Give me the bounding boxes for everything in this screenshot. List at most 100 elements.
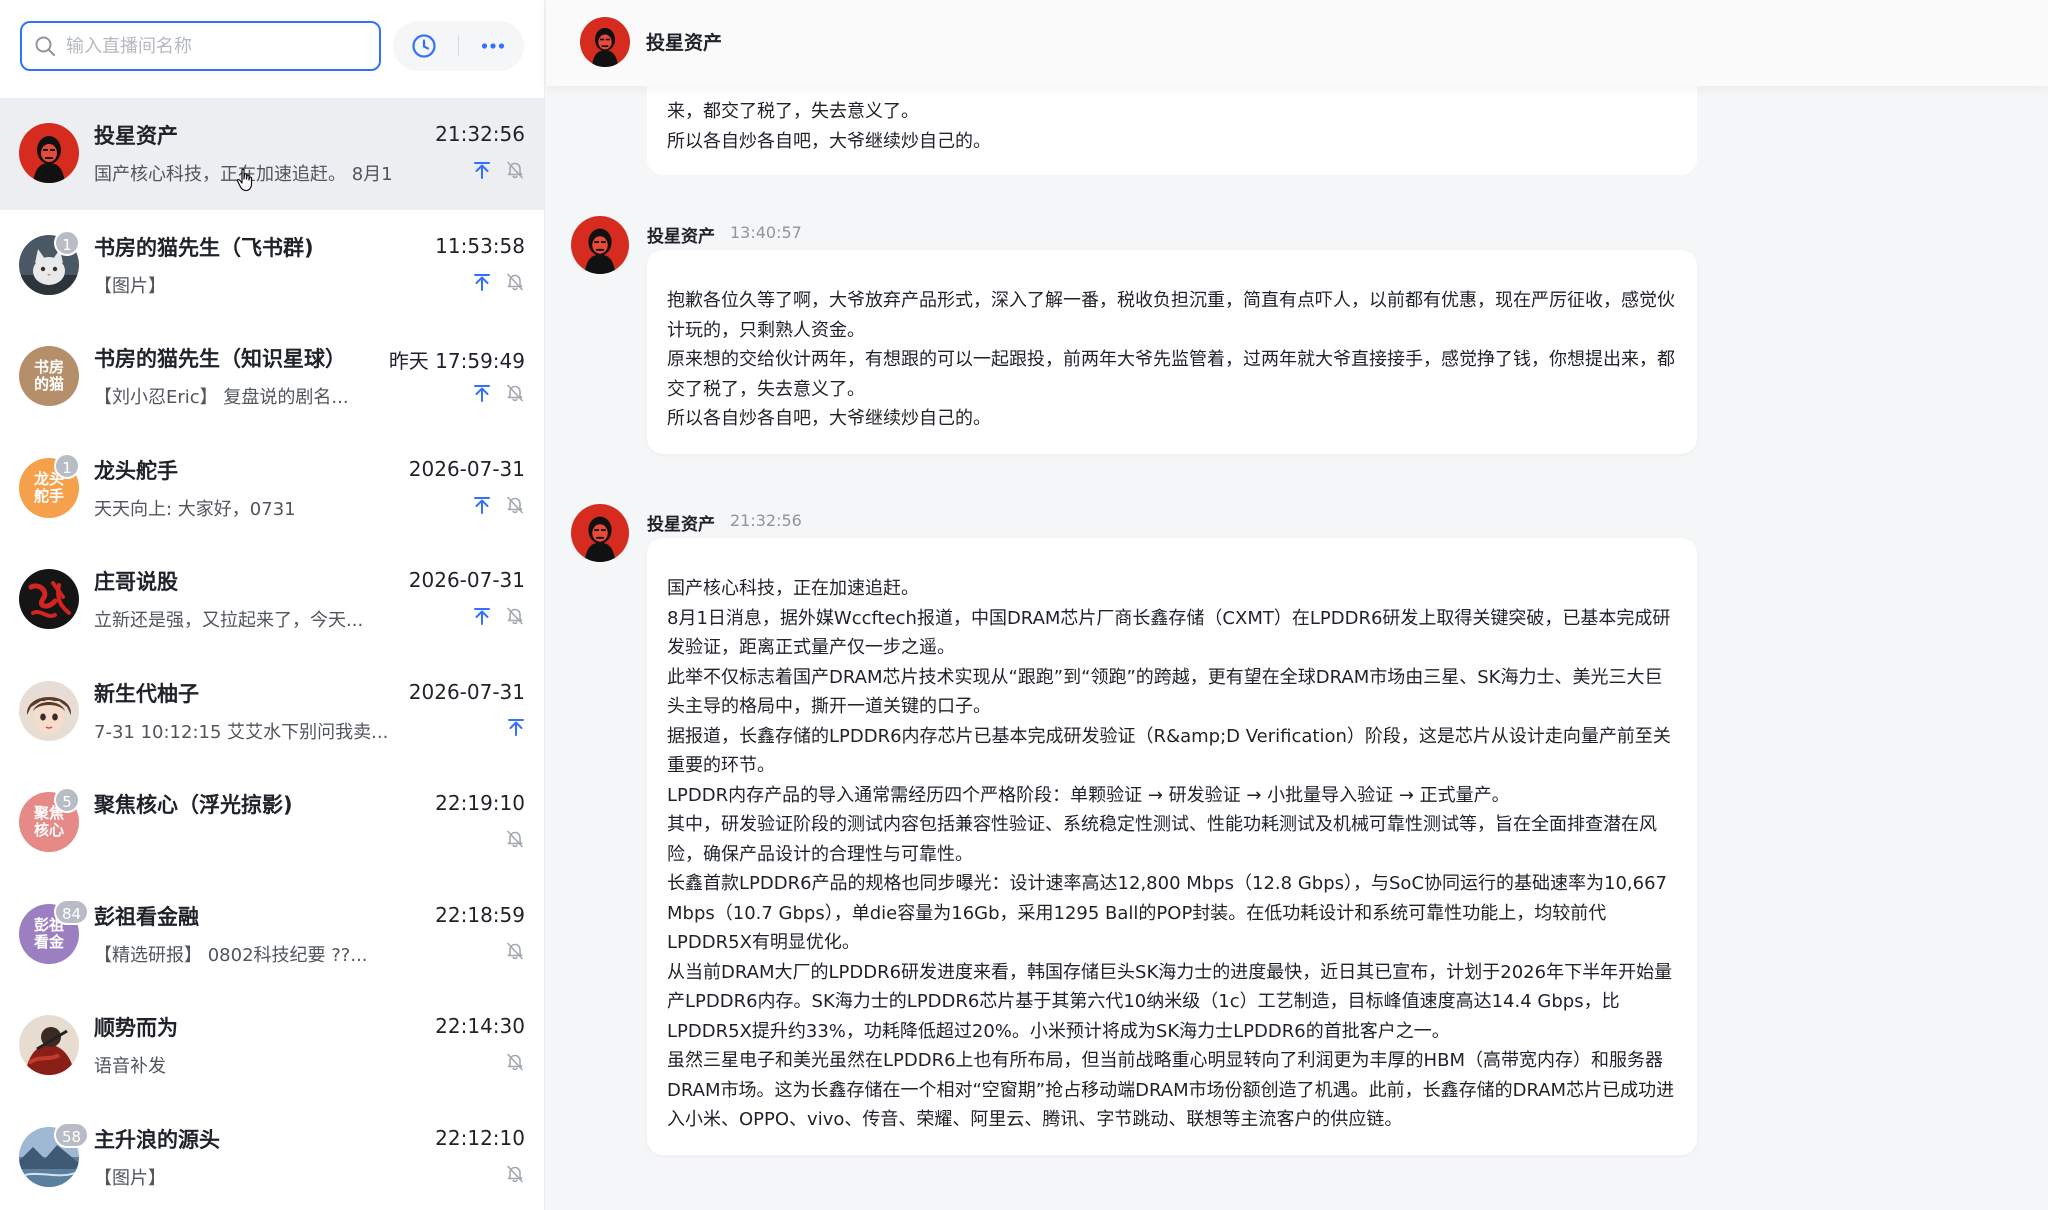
mute-bell-icon[interactable] xyxy=(505,1052,525,1072)
conversation-name: 书房的猫先生（知识星球） xyxy=(94,347,346,371)
chat-title: 投星资产 xyxy=(646,32,723,54)
conversation-name: 龙头舵手 xyxy=(94,458,178,483)
message-paragraph: 原来想的交给伙计两年，有想跟的可以一起跟投，前两年大爷先监管着，过两年就大爷直接… xyxy=(667,349,1675,400)
pin-top-icon[interactable] xyxy=(507,718,525,736)
conversation-preview: 【精选研报】 0802科技纪要 ??... xyxy=(94,944,368,966)
conversation-sidebar: 投星资产21:32:56国产核心科技，正在加速追赶。 8月1... 1书房的猫先… xyxy=(0,0,545,1210)
mute-bell-icon[interactable] xyxy=(505,272,525,292)
pin-top-icon[interactable] xyxy=(473,607,491,625)
conversation-item[interactable]: 龙头舵手 1 龙头舵手 2026-07-31 天天向上: 大家好，0731 xyxy=(0,432,544,544)
message-paragraph: 8月1日消息，据外媒Wccftech报道，中国DRAM芯片厂商长鑫存储（CXMT… xyxy=(667,607,1671,659)
conversation-avatar xyxy=(19,1015,79,1075)
conversation-status-icons xyxy=(473,383,525,403)
chat-message-area: 来，都交了税了，失去意义了。 所以各自炒各自吧，大爷继续炒自己的。 投星资产 13:… xyxy=(546,0,2048,1210)
conversation-status-icons xyxy=(505,829,525,849)
message-paragraph: 来，都交了税了，失去意义了。 xyxy=(667,101,919,122)
conversation-name: 庄哥说股 xyxy=(94,570,178,594)
unread-badge: 1 xyxy=(54,229,80,256)
pin-top-icon[interactable] xyxy=(473,273,491,291)
conversation-name: 书房的猫先生（飞书群) xyxy=(94,235,314,260)
mute-bell-icon[interactable] xyxy=(505,829,525,849)
conversation-time: 2026-07-31 xyxy=(408,679,525,704)
message-paragraph: 国产核心科技，正在加速追赶。 xyxy=(667,578,919,599)
conversation-item[interactable]: 1 书房的猫先生（飞书群) 11:53:58 【图片】 xyxy=(0,209,544,321)
conversation-status-icons xyxy=(473,272,525,292)
message-sender: 投星资产 xyxy=(647,515,715,535)
mute-bell-icon[interactable] xyxy=(505,1164,525,1184)
conversation-status-icons xyxy=(505,1164,525,1184)
conversation-item[interactable]: 聚焦核心 5 聚焦核心（浮光掠影) 22:19:10 xyxy=(0,767,544,879)
conversation-item[interactable]: 庄哥说股 2026-07-31 立新还是强，又拉起来了，今天... xyxy=(0,544,544,656)
message-avatar[interactable] xyxy=(571,216,629,274)
conversation-status-icons xyxy=(473,160,525,180)
conversation-preview: 【刘小忍Eric】 复盘说的剧名... xyxy=(94,387,349,408)
conversation-name: 顺势而为 xyxy=(94,1016,178,1040)
message-paragraph: 虽然三星电子和美光虽然在LPDDR6上也有所布局，但当前战略重心明显转向了利润更… xyxy=(667,1050,1675,1130)
conversation-preview: 语音补发 xyxy=(94,1056,166,1077)
conversation-item[interactable]: 新生代柚子 2026-07-31 7-31 10:12:15 艾艾水下别问我卖... xyxy=(0,655,544,767)
conversation-status-icons xyxy=(473,495,525,515)
mute-bell-icon[interactable] xyxy=(505,495,525,515)
conversation-avatar: 书房的猫 xyxy=(19,346,79,406)
conversation-item[interactable]: 58 主升浪的源头 22:12:10 【图片】 xyxy=(0,1101,544,1210)
more-icon[interactable] xyxy=(480,33,506,59)
conversation-time: 21:32:56 xyxy=(435,122,525,146)
message-paragraph: 据报道，长鑫存储的LPDDR6内存芯片已基本完成研发验证（R&amp;D Ver… xyxy=(667,725,1671,777)
message-avatar[interactable] xyxy=(571,504,629,562)
search-input[interactable] xyxy=(66,35,356,57)
pin-top-icon[interactable] xyxy=(473,496,491,514)
conversation-item[interactable]: 彭祖看金 84 彭祖看金融 22:18:59 【精选研报】 0802科技纪要 ??... xyxy=(0,878,544,990)
message-paragraph: LPDDR内存产品的导入通常需经历四个严格阶段：单颗验证 → 研发验证 → 小批… xyxy=(667,784,1510,806)
avatar-text: 书房的猫 xyxy=(33,358,64,393)
conversation-name: 投星资产 xyxy=(94,124,178,148)
conversation-preview: 天天向上: 大家好，0731 xyxy=(94,498,296,520)
conversation-avatar xyxy=(19,123,79,183)
message-paragraph: 长鑫首款LPDDR6产品的规格也同步曝光：设计速率高达12,800 Mbps（1… xyxy=(667,873,1667,953)
conversation-preview: 7-31 10:12:15 艾艾水下别问我卖... xyxy=(94,721,389,743)
mute-bell-icon[interactable] xyxy=(505,606,525,626)
conversation-name: 聚焦核心（浮光掠影) xyxy=(94,793,293,817)
toolbar-divider xyxy=(458,36,459,56)
message-paragraph: 从当前DRAM大厂的LPDDR6研发进度来看，韩国存储巨头SK海力士的进度最快，… xyxy=(667,961,1673,1042)
message-time: 13:40:57 xyxy=(730,223,802,242)
unread-badge: 84 xyxy=(54,898,90,925)
mute-bell-icon[interactable] xyxy=(505,941,525,961)
conversation-time: 22:12:10 xyxy=(435,1125,525,1150)
unread-badge: 5 xyxy=(54,787,80,813)
pin-top-icon[interactable] xyxy=(473,384,491,402)
conversation-name: 彭祖看金融 xyxy=(94,904,199,929)
conversation-avatar xyxy=(19,569,79,629)
conversation-time: 22:19:10 xyxy=(435,791,525,815)
conversation-item[interactable]: 投星资产21:32:56国产核心科技，正在加速追赶。 8月1... xyxy=(0,98,544,210)
conversation-time: 22:18:59 xyxy=(435,902,525,927)
mute-bell-icon[interactable] xyxy=(505,160,525,180)
conversation-time: 昨天 17:59:49 xyxy=(388,349,525,373)
conversation-time: 22:14:30 xyxy=(435,1014,525,1038)
message-sender: 投星资产 xyxy=(647,227,715,247)
chat-header: 投星资产 xyxy=(546,0,2048,86)
sidebar-toolbar xyxy=(0,0,544,98)
search-icon xyxy=(35,36,55,56)
mute-bell-icon[interactable] xyxy=(505,383,525,403)
toolbar-pill xyxy=(393,21,524,71)
message-bubble: 抱歉各位久等了啊，大爷放弃产品形式，深入了解一番，税收负担沉重，简直有点吓人，以… xyxy=(647,250,1697,454)
conversation-preview: 【图片】 xyxy=(94,1167,166,1189)
conversation-status-icons xyxy=(507,718,525,736)
conversation-item[interactable]: 书房的猫 书房的猫先生（知识星球） 昨天 17:59:49 【刘小忍Eric】 复盘说… xyxy=(0,321,544,433)
message-paragraph: 其中，研发验证阶段的测试内容包括兼容性验证、系统稳定性测试、性能功耗测试及机械可… xyxy=(667,814,1657,865)
unread-badge: 1 xyxy=(54,452,80,479)
conversation-name: 新生代柚子 xyxy=(94,681,199,706)
unread-badge: 58 xyxy=(54,1121,90,1148)
search-box[interactable] xyxy=(20,21,381,71)
conversation-preview: 立新还是强，又拉起来了，今天... xyxy=(94,610,364,631)
message-time: 21:32:56 xyxy=(730,511,802,530)
pin-top-icon[interactable] xyxy=(473,161,491,179)
mouse-pointer-icon xyxy=(236,168,254,196)
conversation-status-icons xyxy=(473,606,525,626)
history-clock-icon[interactable] xyxy=(411,33,437,59)
message-paragraph: 抱歉各位久等了啊，大爷放弃产品形式，深入了解一番，税收负担沉重，简直有点吓人，以… xyxy=(667,290,1675,341)
chat-avatar[interactable] xyxy=(580,17,630,67)
conversation-time: 2026-07-31 xyxy=(408,568,525,592)
conversation-item[interactable]: 顺势而为 22:14:30 语音补发 xyxy=(0,990,544,1102)
conversation-preview: 【图片】 xyxy=(94,275,166,297)
